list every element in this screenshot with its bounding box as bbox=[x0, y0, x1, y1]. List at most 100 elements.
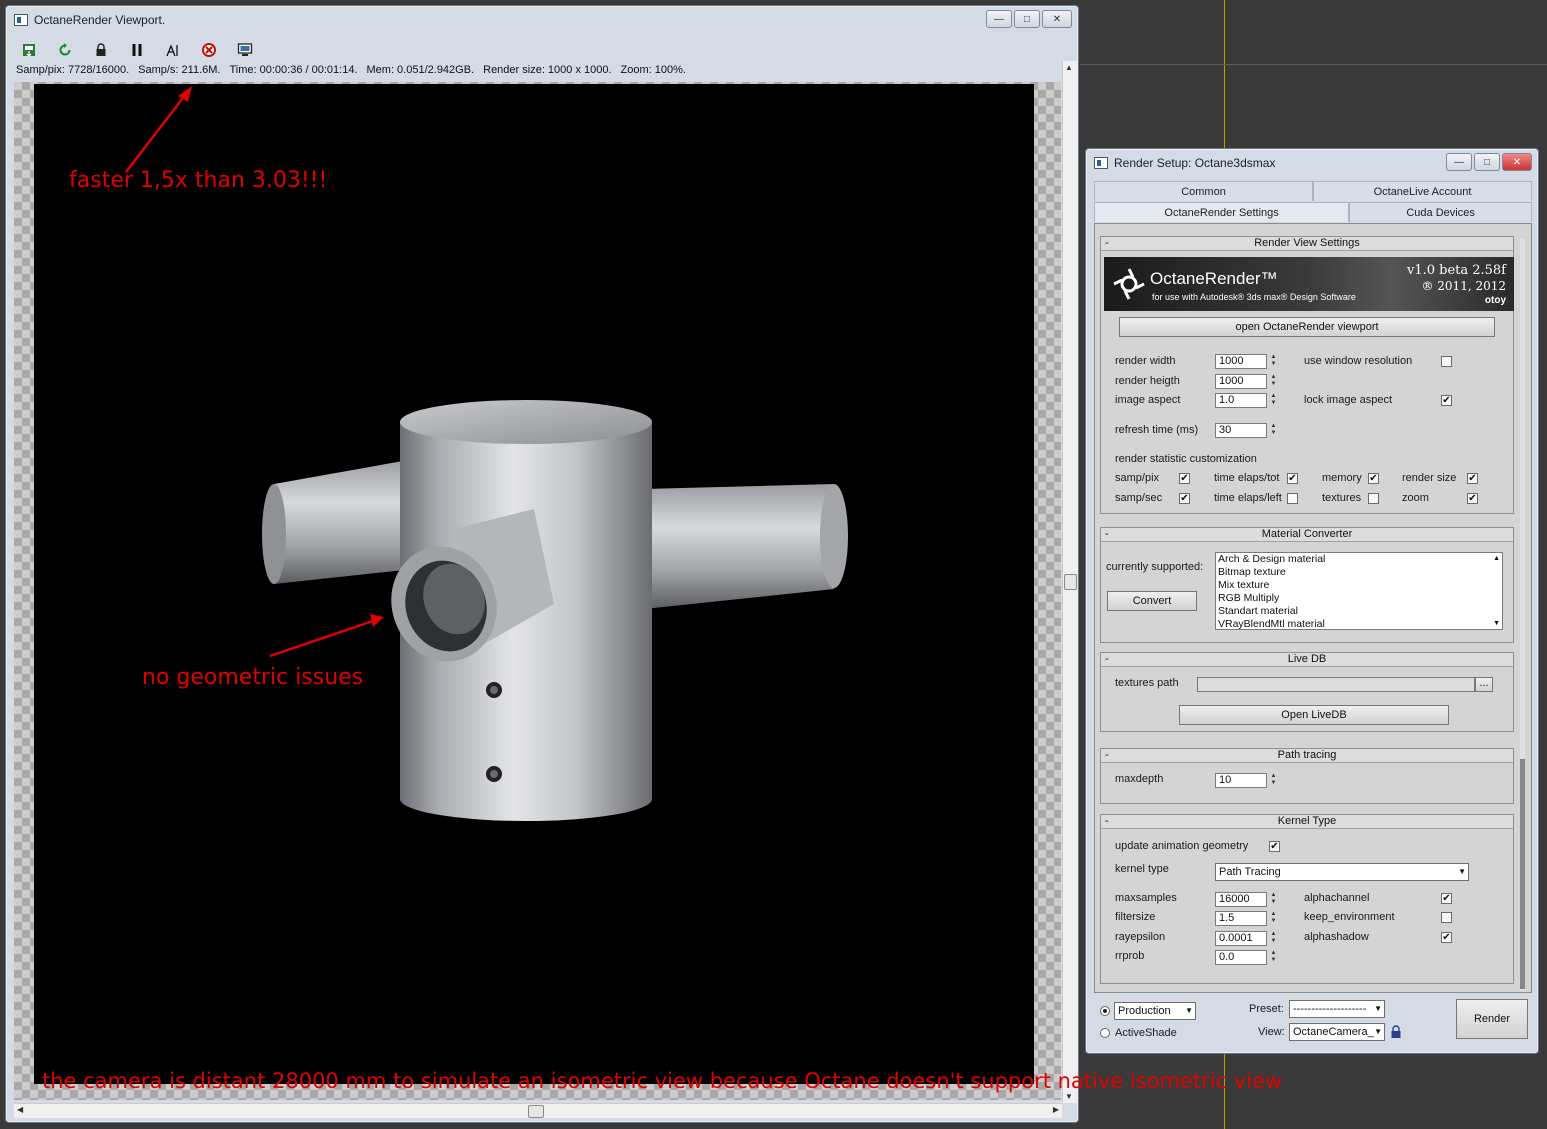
display-settings-icon[interactable] bbox=[234, 39, 256, 61]
list-item[interactable]: Mix texture bbox=[1216, 579, 1502, 592]
annotation-faster: faster 1,5x than 3.03!!! bbox=[69, 168, 328, 193]
render-view-header[interactable]: - Render View Settings bbox=[1101, 237, 1513, 251]
rs-minimize-button[interactable]: — bbox=[1446, 153, 1472, 171]
filtersize-spinner-icon[interactable]: ▲ ▼ bbox=[1269, 911, 1278, 926]
vertical-scroll-thumb[interactable] bbox=[1064, 574, 1077, 590]
view-select[interactable]: OctaneCamera_ ▼ bbox=[1289, 1023, 1385, 1041]
focus-picker-icon[interactable] bbox=[162, 39, 184, 61]
maxsamples-input[interactable]: 16000 bbox=[1215, 892, 1267, 907]
minimize-button[interactable]: — bbox=[986, 10, 1012, 28]
stop-render-icon[interactable] bbox=[198, 39, 220, 61]
horizontal-scroll-thumb[interactable] bbox=[528, 1105, 544, 1118]
list-item[interactable]: RGB Multiply bbox=[1216, 592, 1502, 605]
kernel-type-select[interactable]: Path Tracing ▼ bbox=[1215, 863, 1469, 881]
open-livedb-button[interactable]: Open LiveDB bbox=[1179, 705, 1449, 725]
rrprob-input[interactable]: 0.0 bbox=[1215, 950, 1267, 965]
render-width-label: render width bbox=[1115, 355, 1176, 367]
textures-path-input[interactable] bbox=[1197, 677, 1475, 692]
maxdepth-spinner-icon[interactable]: ▲ ▼ bbox=[1269, 773, 1278, 788]
logo-subtitle: for use with Autodesk® 3ds max® Design S… bbox=[1152, 292, 1356, 302]
browse-button[interactable]: ... bbox=[1475, 677, 1493, 692]
preset-select[interactable]: -------------------- ▼ bbox=[1289, 1000, 1385, 1018]
production-radio[interactable] bbox=[1100, 1006, 1110, 1016]
scroll-up-arrow-icon[interactable]: ▲ bbox=[1065, 63, 1073, 72]
use-window-resolution-checkbox[interactable] bbox=[1441, 356, 1452, 367]
update-animation-geometry-checkbox[interactable]: ✔ bbox=[1269, 841, 1280, 852]
list-item[interactable]: Arch & Design material bbox=[1216, 553, 1502, 566]
list-item[interactable]: VRayBlendMtl material bbox=[1216, 618, 1502, 629]
samp-pix-checkbox[interactable]: ✔ bbox=[1179, 473, 1190, 484]
render-view-header-label: Render View Settings bbox=[1254, 237, 1360, 249]
maxdepth-label: maxdepth bbox=[1115, 773, 1164, 785]
alphachannel-checkbox[interactable]: ✔ bbox=[1441, 893, 1452, 904]
render-setup-titlebar[interactable]: Render Setup: Octane3dsmax — □ ✕ bbox=[1086, 149, 1538, 177]
scroll-down-arrow-icon[interactable]: ▼ bbox=[1065, 1092, 1073, 1101]
time-elaps-tot-checkbox[interactable]: ✔ bbox=[1287, 473, 1298, 484]
restart-render-icon[interactable] bbox=[54, 39, 76, 61]
lock-image-aspect-checkbox[interactable]: ✔ bbox=[1441, 395, 1452, 406]
tab-cuda-devices[interactable]: Cuda Devices bbox=[1349, 202, 1532, 222]
rs-maximize-button[interactable]: □ bbox=[1474, 153, 1500, 171]
image-aspect-spinner-icon[interactable]: ▲ ▼ bbox=[1269, 393, 1278, 408]
viewport-vertical-scrollbar[interactable]: ▲ ▼ bbox=[1062, 61, 1077, 1103]
maximize-button[interactable]: □ bbox=[1014, 10, 1040, 28]
memory-checkbox[interactable]: ✔ bbox=[1368, 473, 1379, 484]
rs-close-button[interactable]: ✕ bbox=[1502, 153, 1532, 171]
image-aspect-input[interactable]: 1.0 bbox=[1215, 393, 1267, 408]
filtersize-input[interactable]: 1.5 bbox=[1215, 911, 1267, 926]
convert-button[interactable]: Convert bbox=[1107, 591, 1197, 611]
viewport-horizontal-scrollbar[interactable]: ◀ ▶ bbox=[14, 1103, 1062, 1118]
viewport-title: OctaneRender Viewport. bbox=[34, 13, 166, 27]
list-item[interactable]: Bitmap texture bbox=[1216, 566, 1502, 579]
render-setup-scroll-thumb[interactable] bbox=[1520, 759, 1525, 989]
alphachannel-label: alphachannel bbox=[1304, 892, 1370, 904]
render-width-spinner-icon[interactable]: ▲ ▼ bbox=[1269, 354, 1278, 369]
rollout-kernel-type: - Kernel Type update animation geometry ✔… bbox=[1100, 814, 1514, 984]
activeshade-radio[interactable] bbox=[1100, 1028, 1110, 1038]
kernel-type-header[interactable]: - Kernel Type bbox=[1101, 815, 1513, 829]
zoom-checkbox[interactable]: ✔ bbox=[1467, 493, 1478, 504]
refresh-time-input[interactable]: 30 bbox=[1215, 423, 1267, 438]
time-elaps-left-checkbox[interactable] bbox=[1287, 493, 1298, 504]
render-image[interactable] bbox=[34, 84, 1034, 1084]
chevron-down-icon: ▼ bbox=[1374, 1004, 1382, 1013]
refresh-time-spinner-icon[interactable]: ▲ ▼ bbox=[1269, 423, 1278, 438]
viewport-titlebar[interactable]: OctaneRender Viewport. — □ ✕ bbox=[6, 6, 1078, 34]
material-converter-header[interactable]: - Material Converter bbox=[1101, 528, 1513, 542]
live-db-header[interactable]: - Live DB bbox=[1101, 653, 1513, 667]
save-image-icon[interactable] bbox=[18, 39, 40, 61]
list-scroll-down-icon[interactable]: ▼ bbox=[1493, 620, 1500, 627]
window-app-icon bbox=[14, 14, 28, 26]
supported-materials-list[interactable]: Arch & Design material Bitmap texture Mi… bbox=[1215, 552, 1503, 630]
maxdepth-input[interactable]: 10 bbox=[1215, 773, 1267, 788]
open-octanerender-viewport-button[interactable]: open OctaneRender viewport bbox=[1119, 317, 1495, 337]
maxsamples-spinner-icon[interactable]: ▲ ▼ bbox=[1269, 892, 1278, 907]
render-height-spinner-icon[interactable]: ▲ ▼ bbox=[1269, 374, 1278, 389]
lock-view-icon[interactable] bbox=[1390, 1025, 1402, 1039]
production-select[interactable]: Production ▼ bbox=[1114, 1002, 1196, 1020]
rayepsilon-spinner-icon[interactable]: ▲ ▼ bbox=[1269, 931, 1278, 946]
tab-octanerender-settings[interactable]: OctaneRender Settings bbox=[1094, 202, 1350, 222]
render-height-input[interactable]: 1000 bbox=[1215, 374, 1267, 389]
close-button[interactable]: ✕ bbox=[1042, 10, 1072, 28]
keep-environment-checkbox[interactable] bbox=[1441, 912, 1452, 923]
lock-icon[interactable] bbox=[90, 39, 112, 61]
alphashadow-checkbox[interactable]: ✔ bbox=[1441, 932, 1452, 943]
render-setup-scrollbar[interactable] bbox=[1520, 239, 1525, 991]
textures-checkbox[interactable] bbox=[1368, 493, 1379, 504]
render-button[interactable]: Render bbox=[1456, 999, 1528, 1039]
rrprob-spinner-icon[interactable]: ▲ ▼ bbox=[1269, 950, 1278, 965]
list-scroll-up-icon[interactable]: ▲ bbox=[1493, 555, 1500, 562]
tab-octanelive-account[interactable]: OctaneLive Account bbox=[1313, 181, 1532, 201]
pause-icon[interactable] bbox=[126, 39, 148, 61]
render-canvas-area[interactable] bbox=[14, 82, 1061, 1100]
render-width-input[interactable]: 1000 bbox=[1215, 354, 1267, 369]
tab-common[interactable]: Common bbox=[1094, 181, 1313, 201]
list-item[interactable]: Standart material bbox=[1216, 605, 1502, 618]
scroll-right-arrow-icon[interactable]: ▶ bbox=[1053, 1105, 1059, 1114]
path-tracing-header[interactable]: - Path tracing bbox=[1101, 749, 1513, 763]
rayepsilon-input[interactable]: 0.0001 bbox=[1215, 931, 1267, 946]
scroll-left-arrow-icon[interactable]: ◀ bbox=[17, 1105, 23, 1114]
render-size-checkbox[interactable]: ✔ bbox=[1467, 473, 1478, 484]
samp-sec-checkbox[interactable]: ✔ bbox=[1179, 493, 1190, 504]
